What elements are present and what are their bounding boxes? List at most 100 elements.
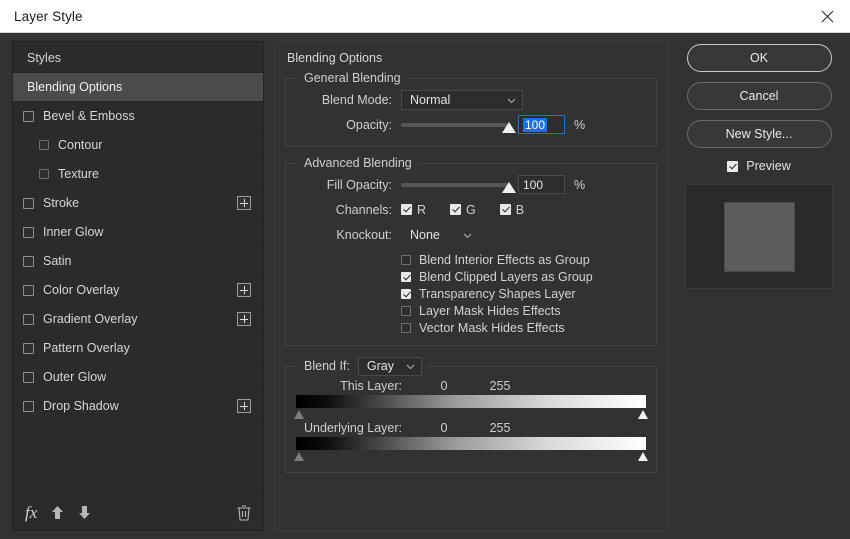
sidebar-item-inner-glow[interactable]: Inner Glow (13, 218, 263, 247)
drop-shadow-checkbox[interactable] (23, 400, 34, 412)
advanced-blending-legend: Advanced Blending (304, 156, 412, 170)
blend-clipped-layers-checkbox[interactable] (401, 271, 411, 282)
trash-icon[interactable] (237, 504, 251, 521)
fill-opacity-row: Fill Opacity: 100 % (296, 172, 646, 197)
sidebar-item-label: Contour (58, 138, 103, 152)
texture-checkbox[interactable] (39, 169, 49, 179)
layer-mask-hides-effects-checkbox[interactable] (401, 305, 411, 316)
this-layer-label: This Layer: (340, 379, 402, 393)
sidebar-item-pattern-overlay[interactable]: Pattern Overlay (13, 334, 263, 363)
ok-button[interactable]: OK (686, 44, 832, 72)
sidebar-toolbar: fx (13, 494, 263, 530)
option-transparency-shapes-layer[interactable]: Transparency Shapes Layer (401, 285, 646, 302)
sidebar-item-stroke[interactable]: Stroke (13, 189, 263, 218)
option-label: Transparency Shapes Layer (419, 286, 576, 301)
chevron-down-icon (406, 359, 415, 373)
preview-thumbnail (685, 184, 833, 289)
sidebar-item-contour[interactable]: Contour (13, 131, 263, 160)
sidebar-item-texture[interactable]: Texture (13, 160, 263, 189)
fx-icon[interactable]: fx (25, 504, 37, 521)
opacity-input[interactable]: 100 (518, 115, 565, 134)
fill-opacity-slider-handle[interactable] (502, 181, 516, 193)
option-label: Blend Clipped Layers as Group (419, 269, 593, 284)
sidebar-item-outer-glow[interactable]: Outer Glow (13, 363, 263, 392)
channel-b[interactable]: B (499, 202, 525, 217)
underlying-layer-white-handle[interactable] (638, 452, 648, 461)
underlying-layer-black-handle[interactable] (294, 452, 304, 461)
chevron-down-icon (507, 93, 516, 107)
sidebar-item-label: Inner Glow (43, 225, 104, 239)
vector-mask-hides-effects-checkbox[interactable] (401, 322, 411, 333)
sidebar-item-label: Bevel & Emboss (43, 109, 135, 123)
option-vector-mask-hides-effects[interactable]: Vector Mask Hides Effects (401, 319, 646, 336)
channel-g-checkbox[interactable] (450, 204, 462, 215)
blend-if-channel-value: Gray (366, 359, 394, 373)
channel-r-checkbox[interactable] (401, 204, 412, 215)
this-layer-black-handle[interactable] (294, 410, 304, 419)
opacity-slider-handle[interactable] (502, 121, 516, 133)
sidebar-item-gradient-overlay[interactable]: Gradient Overlay (13, 305, 263, 334)
contour-checkbox[interactable] (39, 140, 49, 150)
sidebar-item-color-overlay[interactable]: Color Overlay (13, 276, 263, 305)
option-blend-clipped-layers[interactable]: Blend Clipped Layers as Group (401, 268, 646, 285)
bevel-emboss-checkbox[interactable] (23, 110, 34, 122)
underlying-layer-slider[interactable] (294, 437, 648, 463)
add-gradient-overlay-icon[interactable] (237, 312, 251, 326)
fill-opacity-slider[interactable] (401, 175, 516, 195)
sidebar-item-satin[interactable]: Satin (13, 247, 263, 276)
this-layer-white-handle[interactable] (638, 410, 648, 419)
blend-mode-select[interactable]: Normal (401, 89, 523, 110)
opacity-row: Opacity: 100 % (296, 112, 646, 137)
sidebar-item-drop-shadow[interactable]: Drop Shadow (13, 392, 263, 421)
blend-if-label: Blend If: (304, 359, 350, 373)
sidebar-item-label: Pattern Overlay (43, 341, 130, 355)
sidebar-item-styles[interactable]: Styles (13, 44, 263, 73)
pattern-overlay-checkbox[interactable] (23, 342, 34, 354)
satin-checkbox[interactable] (23, 255, 34, 267)
option-blend-interior-effects[interactable]: Blend Interior Effects as Group (401, 251, 646, 268)
window-title: Layer Style (14, 8, 83, 24)
channel-b-label: B (515, 202, 525, 217)
blend-if-channel-select[interactable]: Gray (357, 356, 422, 376)
fill-opacity-input[interactable]: 100 (518, 175, 565, 194)
channel-b-checkbox[interactable] (499, 204, 511, 215)
this-layer-gradient[interactable] (296, 395, 646, 408)
option-layer-mask-hides-effects[interactable]: Layer Mask Hides Effects (401, 302, 646, 319)
arrow-up-icon[interactable] (51, 505, 64, 520)
general-blending-group: General Blending Blend Mode: Normal Opac… (285, 71, 657, 147)
channel-g[interactable]: G (450, 203, 476, 217)
fill-opacity-value: 100 (523, 177, 544, 192)
preview-checkbox[interactable] (727, 160, 739, 172)
add-drop-shadow-icon[interactable] (237, 399, 251, 413)
gradient-overlay-checkbox[interactable] (23, 313, 34, 325)
outer-glow-checkbox[interactable] (23, 371, 34, 383)
arrow-down-icon[interactable] (78, 505, 91, 520)
transparency-shapes-layer-checkbox[interactable] (401, 288, 411, 299)
action-panel: OK Cancel New Style... Preview (678, 41, 840, 531)
color-overlay-checkbox[interactable] (23, 284, 34, 296)
underlying-layer-max: 255 (489, 421, 511, 435)
channel-r[interactable]: R (401, 203, 426, 217)
opacity-slider-track[interactable] (401, 122, 509, 127)
knockout-select[interactable]: None (401, 225, 479, 245)
cancel-button[interactable]: Cancel (686, 82, 832, 110)
this-layer-slider[interactable] (294, 395, 648, 421)
add-stroke-icon[interactable] (237, 196, 251, 210)
fill-opacity-unit: % (574, 177, 586, 192)
general-blending-legend: General Blending (304, 71, 401, 85)
stroke-checkbox[interactable] (23, 197, 34, 209)
close-button[interactable] (804, 0, 850, 32)
preview-toggle[interactable]: Preview (727, 159, 791, 173)
add-color-overlay-icon[interactable] (237, 283, 251, 297)
this-layer-max: 255 (489, 379, 511, 393)
blend-interior-effects-checkbox[interactable] (401, 254, 411, 265)
fill-opacity-slider-track[interactable] (401, 182, 509, 187)
styles-sidebar: Styles Blending Options Bevel & Emboss C… (12, 41, 264, 531)
inner-glow-checkbox[interactable] (23, 226, 34, 238)
knockout-label: Knockout: (336, 227, 392, 242)
sidebar-item-bevel-emboss[interactable]: Bevel & Emboss (13, 102, 263, 131)
underlying-layer-gradient[interactable] (296, 437, 646, 450)
new-style-button[interactable]: New Style... (686, 120, 832, 148)
sidebar-item-blending-options[interactable]: Blending Options (13, 73, 263, 102)
opacity-slider[interactable] (401, 115, 516, 135)
